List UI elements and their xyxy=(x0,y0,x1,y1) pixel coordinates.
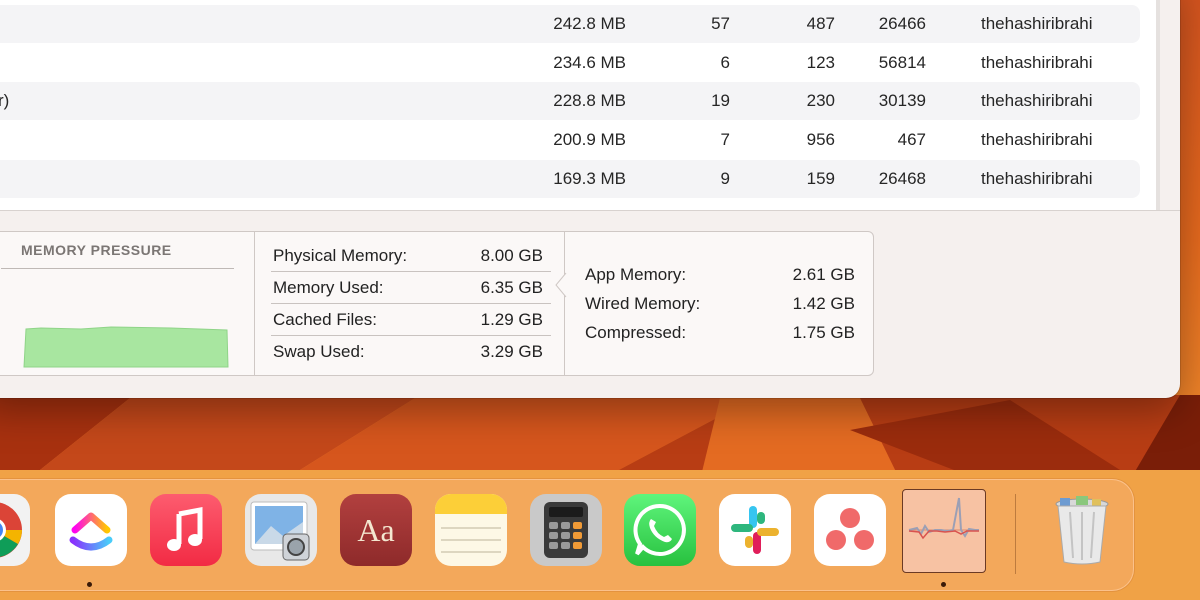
notes-icon[interactable] xyxy=(435,494,507,566)
threads-cell: 19 xyxy=(711,91,730,110)
ports-cell: 487 xyxy=(806,14,835,33)
user-cell: thehashiribrahi xyxy=(981,130,1093,149)
music-icon[interactable] xyxy=(150,494,222,566)
app-memory-label: App Memory: xyxy=(585,265,687,284)
memory-used-value: 6.35 GB xyxy=(480,278,543,297)
swap-used-label: Swap Used: xyxy=(273,342,365,361)
pid-cell: 467 xyxy=(897,130,926,149)
threads-cell: 9 xyxy=(720,169,730,188)
divider xyxy=(1,268,234,269)
pid-cell: 26466 xyxy=(878,14,926,33)
memory-detail: App Memory: 2.61 GB Wired Memory: 1.42 G… xyxy=(565,232,873,375)
memory-cell: 169.3 MB xyxy=(553,169,626,188)
cached-files-label: Cached Files: xyxy=(273,310,377,329)
table-row[interactable]: 234.6 MB 6 123 56814 thehashiribrahi xyxy=(0,44,1140,82)
table-row[interactable]: r) 228.8 MB 19 230 30139 thehashiribrahi xyxy=(0,82,1140,120)
trash-icon[interactable] xyxy=(1046,494,1118,566)
cached-files-row: Cached Files: 1.29 GB xyxy=(271,304,551,336)
whatsapp-icon[interactable] xyxy=(624,494,696,566)
table-row[interactable]: 242.8 MB 57 487 26466 thehashiribrahi xyxy=(0,5,1140,43)
compressed-label: Compressed: xyxy=(585,323,687,342)
wired-memory-value: 1.42 GB xyxy=(792,294,855,313)
running-indicator xyxy=(87,582,92,587)
app-memory-value: 2.61 GB xyxy=(792,265,855,284)
process-name-cell: r) xyxy=(0,91,10,110)
memory-pressure-graph xyxy=(23,326,229,368)
preview-icon[interactable] xyxy=(245,494,317,566)
compressed-row: Compressed: 1.75 GB xyxy=(585,318,857,347)
threads-cell: 57 xyxy=(711,14,730,33)
user-cell: thehashiribrahi xyxy=(981,91,1093,110)
swap-used-row: Swap Used: 3.29 GB xyxy=(271,336,551,368)
running-indicator xyxy=(941,582,946,587)
ports-cell: 230 xyxy=(806,91,835,110)
table-row[interactable]: 169.3 MB 9 159 26468 thehashiribrahi xyxy=(0,160,1140,198)
ports-cell: 159 xyxy=(806,169,835,188)
activity-monitor-window: 242.8 MB 57 487 26466 thehashiribrahi 23… xyxy=(0,0,1180,398)
wired-memory-row: Wired Memory: 1.42 GB xyxy=(585,289,857,318)
swap-used-value: 3.29 GB xyxy=(480,342,543,361)
app-memory-row: App Memory: 2.61 GB xyxy=(585,260,857,289)
compressed-value: 1.75 GB xyxy=(792,323,855,342)
ports-cell: 956 xyxy=(806,130,835,149)
user-cell: thehashiribrahi xyxy=(981,53,1093,72)
memory-cell: 242.8 MB xyxy=(553,14,626,33)
activity-monitor-icon[interactable] xyxy=(902,489,986,573)
wired-memory-label: Wired Memory: xyxy=(585,294,701,313)
memory-cell: 228.8 MB xyxy=(553,91,626,110)
table-scrollbar[interactable] xyxy=(1156,0,1160,210)
divider xyxy=(0,210,1180,211)
memory-pressure-section: MEMORY PRESSURE xyxy=(0,232,255,375)
memory-panel: MEMORY PRESSURE Physical Memory: 8.00 GB… xyxy=(0,231,874,376)
dictionary-glyph: Aa xyxy=(357,511,395,548)
physical-memory-row: Physical Memory: 8.00 GB xyxy=(271,240,551,272)
memory-pressure-title: MEMORY PRESSURE xyxy=(21,242,172,258)
clickup-icon[interactable] xyxy=(55,494,127,566)
ports-cell: 123 xyxy=(806,53,835,72)
slack-icon[interactable] xyxy=(719,494,791,566)
physical-memory-value: 8.00 GB xyxy=(480,246,543,265)
memory-cell: 234.6 MB xyxy=(553,53,626,72)
process-table: 242.8 MB 57 487 26466 thehashiribrahi 23… xyxy=(0,0,1156,210)
threads-cell: 6 xyxy=(720,53,730,72)
threads-cell: 7 xyxy=(720,130,730,149)
memory-cell: 200.9 MB xyxy=(553,130,626,149)
pid-cell: 56814 xyxy=(878,53,926,72)
user-cell: thehashiribrahi xyxy=(981,169,1093,188)
dictionary-icon[interactable]: Aa xyxy=(340,494,412,566)
chrome-icon[interactable] xyxy=(0,494,30,566)
memory-used-label: Memory Used: xyxy=(273,278,384,297)
calculator-icon[interactable] xyxy=(530,494,602,566)
memory-used-row[interactable]: Memory Used: 6.35 GB xyxy=(271,272,551,304)
physical-memory-label: Physical Memory: xyxy=(273,246,408,265)
pid-cell: 30139 xyxy=(878,91,926,110)
memory-pressure-fill xyxy=(23,326,229,368)
cached-files-value: 1.29 GB xyxy=(480,310,543,329)
pid-cell: 26468 xyxy=(878,169,926,188)
dock-divider xyxy=(1015,494,1016,574)
user-cell: thehashiribrahi xyxy=(981,14,1093,33)
memory-summary: Physical Memory: 8.00 GB Memory Used: 6.… xyxy=(255,232,565,375)
asana-icon[interactable] xyxy=(814,494,886,566)
table-row[interactable]: 200.9 MB 7 956 467 thehashiribrahi xyxy=(0,121,1140,159)
